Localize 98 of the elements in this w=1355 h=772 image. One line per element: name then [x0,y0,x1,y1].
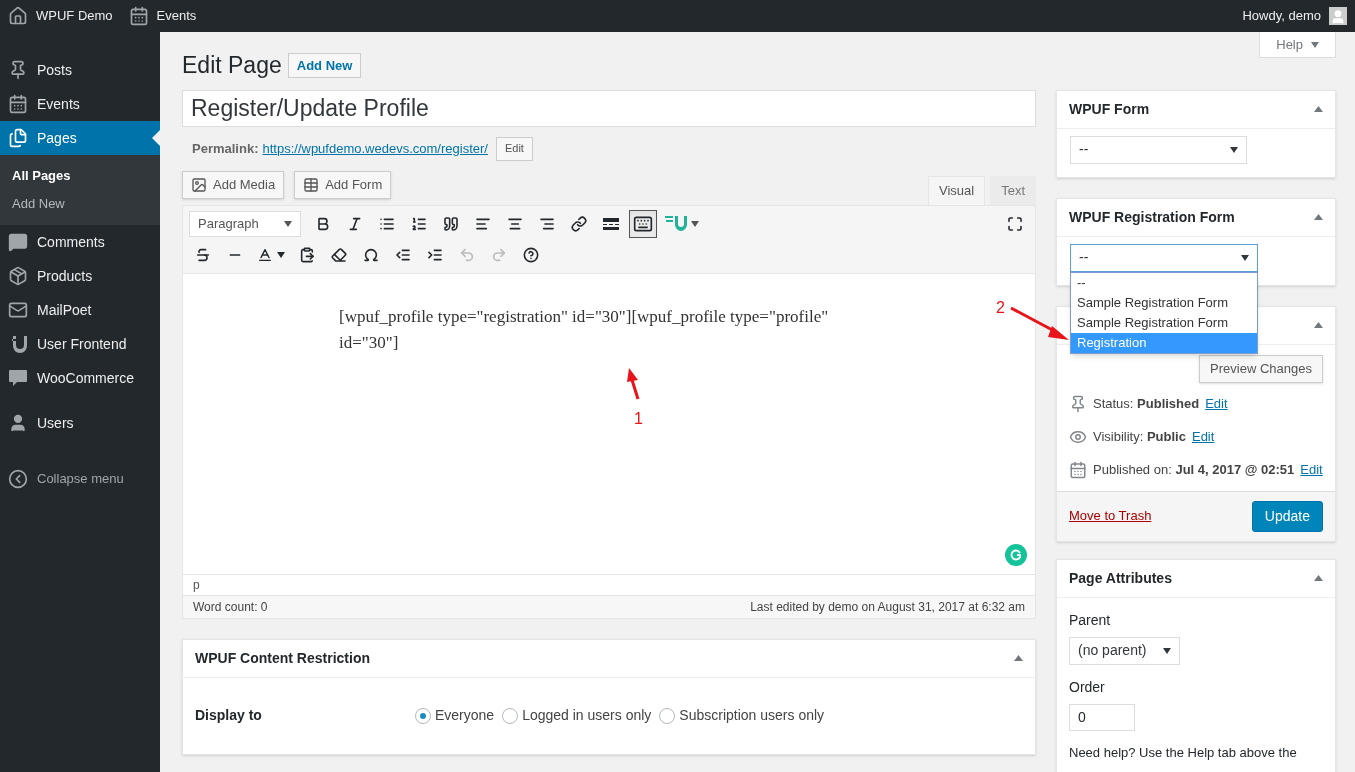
box-icon [8,266,28,286]
calendar-icon [8,94,28,114]
user-icon [8,413,28,433]
table-icon [303,176,320,193]
annotation-number: 1 [634,409,643,429]
dropdown-option[interactable]: Sample Registration Form [1071,292,1257,313]
form-select[interactable]: -- [1070,135,1247,164]
move-to-trash-link[interactable]: Move to Trash [1069,506,1152,526]
collapse-toggle-icon[interactable] [1314,322,1323,328]
collapse-icon [8,469,28,489]
site-link[interactable]: WPUF Demo [8,6,113,26]
sidebar-item[interactable]: Comments [0,225,160,259]
pin-icon [8,60,28,80]
publish-info-text: Visibility: Public [1093,427,1186,446]
word-count: Word count: 0 [193,598,268,616]
annotation-number: 2 [996,298,1005,318]
update-button[interactable]: Update [1251,500,1323,532]
permalink-label: Permalink: [192,139,259,158]
dropdown-option[interactable]: Sample Registration Form [1071,312,1257,333]
sidebar-item[interactable]: Users [0,406,160,440]
sidebar-item[interactable]: Posts [0,53,160,87]
avatar-icon [1329,7,1347,25]
current-item-pointer [152,130,160,146]
comment-icon [8,232,28,252]
element-path: p [193,576,200,594]
edit-permalink-button[interactable]: Edit [495,136,533,161]
permalink-link[interactable]: https://wpufdemo.wedevs.com/register/ [262,138,488,159]
submenu-item[interactable]: Add New [0,190,160,218]
panel-title: Page Attributes [1069,568,1172,588]
help-text: Need help? Use the Help tab above the [1069,743,1298,762]
field-label: Order [1069,677,1106,697]
caret-icon [1241,254,1249,261]
media-button[interactable]: Add Form [294,170,392,199]
publish-info-text: Published on: Jul 4, 2017 @ 02:51 [1093,460,1295,479]
title-field[interactable]: Register/Update Profile [182,89,1036,127]
order-field[interactable]: 0 [1069,703,1135,731]
sidebar-item[interactable]: User Frontend [0,327,160,361]
edit-link[interactable]: Edit [1191,426,1215,447]
page-heading: Edit Page [182,51,282,80]
preview-changes-button[interactable]: Preview Changes [1199,354,1323,383]
home-icon [8,6,28,26]
caret-icon [1163,647,1171,654]
pin-icon [1069,394,1087,413]
image-icon [191,176,207,193]
help-tab[interactable]: Help [1259,32,1336,58]
publish-info-text: Status: Published [1093,394,1200,413]
editor-content: [wpuf_profile type="registration" id="30"][wpuf_profile type="profile" id="30"] [339,305,830,354]
sidebar-item[interactable]: WooCommerce [0,361,160,395]
edit-link[interactable]: Edit [1300,459,1323,480]
dropdown-option[interactable]: -- [1071,272,1257,293]
keyboard-icon[interactable] [629,209,657,238]
field-label: Display to [195,706,263,725]
panel-title: WPUF Registration Form [1069,207,1235,227]
format-select[interactable]: Paragraph [189,210,301,237]
radio-label: Everyone [435,706,495,725]
submenu-item[interactable]: All Pages [0,162,160,190]
events-link[interactable]: Events [128,6,197,26]
add-new-button[interactable]: Add New [287,52,362,78]
collapse-menu-button[interactable]: Collapse menu [0,462,160,496]
panel-title: WPUF Content Restriction [195,648,370,668]
radio-label: Subscription users only [679,706,825,725]
editor-tab[interactable]: Text [990,175,1036,205]
radio-label: Logged in users only [522,706,652,725]
grammar-checker-icon [1005,543,1027,566]
account-link[interactable]: Howdy, demo [1242,6,1347,26]
text-color-icon [257,246,273,263]
parent-select[interactable]: (no parent) [1069,636,1180,665]
sidebar-item[interactable]: Events [0,87,160,121]
mail-icon [8,300,28,320]
radio-button[interactable] [502,707,519,724]
collapse-toggle-icon[interactable] [1314,214,1323,220]
editor-tab[interactable]: Visual [927,175,986,205]
caret-icon [1311,41,1319,48]
radio-button[interactable] [415,707,431,724]
sidebar-item[interactable]: MailPoet [0,293,160,327]
edit-link[interactable]: Edit [1205,393,1228,414]
caret-icon [691,220,699,227]
annotation-arrow [624,368,642,400]
collapse-toggle-icon[interactable] [1014,655,1023,661]
speech-bubble-icon [8,369,28,387]
panel-title: WPUF Form [1069,99,1150,119]
annotation-arrow [1010,306,1070,342]
caret-icon [277,251,285,258]
calendar-icon [128,6,149,26]
pages-icon [8,128,28,148]
caret-icon [284,220,292,227]
radio-button[interactable] [659,707,676,724]
collapse-toggle-icon[interactable] [1314,106,1323,112]
collapse-toggle-icon[interactable] [1314,575,1323,581]
caret-icon [1230,146,1238,153]
sidebar-item[interactable]: Pages [0,121,160,155]
plugin-logo-icon [665,214,687,233]
field-label: Parent [1069,610,1112,630]
calendar-icon [1069,460,1087,479]
sidebar-item[interactable]: Products [0,259,160,293]
media-button[interactable]: Add Media [182,170,285,199]
last-edited-text: Last edited by demo on August 31, 2017 at 6:32 am [750,598,1025,616]
registration-form-select[interactable]: -- [1070,243,1258,272]
